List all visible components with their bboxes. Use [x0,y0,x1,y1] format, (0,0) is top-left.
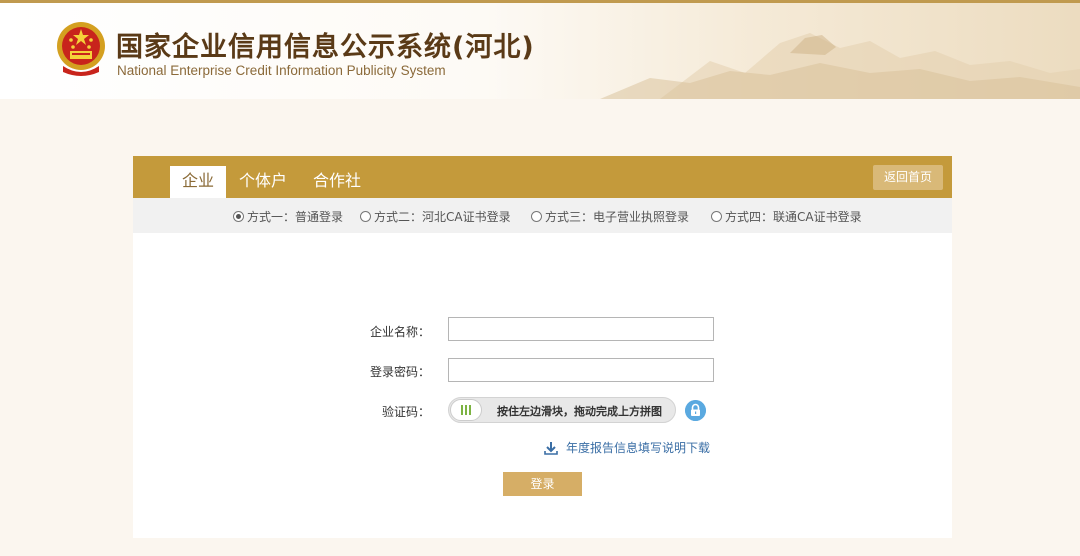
company-name-field[interactable] [448,317,714,341]
site-title-english: National Enterprise Credit Information P… [117,63,446,78]
login-button[interactable]: 登录 [503,472,582,496]
login-method-2[interactable]: 方式二：河北CA证书登录 [360,208,511,225]
login-method-label: 方式一：普通登录 [247,210,344,224]
radio-icon[interactable] [531,211,542,222]
tab-cooperative[interactable]: 合作社 [306,166,368,198]
tab-individual-business[interactable]: 个体户 [233,166,293,198]
login-method-label: 方式二：河北CA证书登录 [374,210,511,224]
radio-icon[interactable] [233,211,244,222]
site-title-chinese: 国家企业信用信息公示系统(河北) [116,32,535,63]
lock-icon[interactable] [685,400,706,421]
download-icon [544,441,558,455]
login-method-4[interactable]: 方式四：联通CA证书登录 [711,208,862,225]
slider-instruction: 按住左边滑块，拖动完成上方拼图 [497,405,662,418]
slider-handle-icon[interactable] [450,399,482,421]
login-panel: 企业 个体户 合作社 返回首页 方式一：普通登录 方式二：河北CA证书登录 方式… [133,156,952,538]
captcha-label: 验证码： [381,405,430,419]
tab-company[interactable]: 企业 [170,166,226,198]
download-link-label: 年度报告信息填写说明下载 [566,441,711,455]
company-name-label: 企业名称： [369,325,430,339]
mountain-background-image [600,33,1080,99]
return-home-button[interactable]: 返回首页 [873,165,943,190]
login-method-label: 方式三：电子营业执照登录 [545,210,690,224]
password-label: 登录密码： [369,365,430,379]
login-method-bar: 方式一：普通登录 方式二：河北CA证书登录 方式三：电子营业执照登录 方式四：联… [133,198,952,233]
login-method-3[interactable]: 方式三：电子营业执照登录 [531,208,689,225]
annual-report-download-link[interactable]: 年度报告信息填写说明下载 [544,439,710,456]
login-method-label: 方式四：联通CA证书登录 [725,210,862,224]
site-header: 国家企业信用信息公示系统(河北) National Enterprise Cre… [0,3,1080,99]
login-method-1[interactable]: 方式一：普通登录 [233,208,343,225]
radio-icon[interactable] [360,211,371,222]
password-field[interactable] [448,358,714,382]
entity-type-tabbar: 企业 个体户 合作社 返回首页 [133,156,952,198]
captcha-slider[interactable]: 按住左边滑块，拖动完成上方拼图 [448,397,676,423]
national-emblem-icon [57,22,105,76]
radio-icon[interactable] [711,211,722,222]
